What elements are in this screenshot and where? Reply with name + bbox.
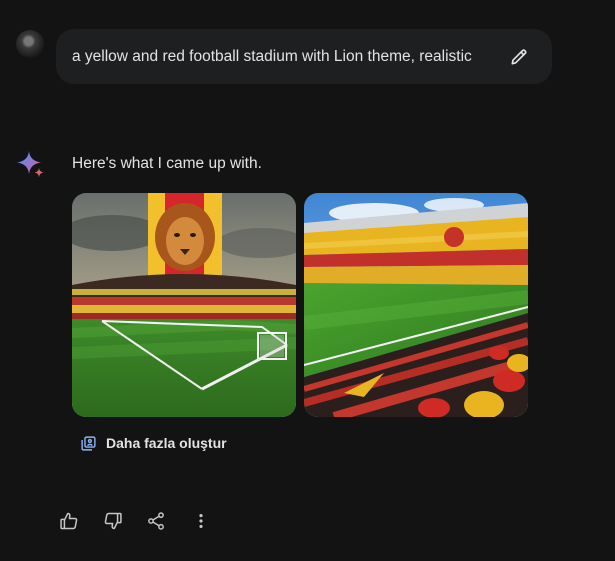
generate-more-button[interactable]: Daha fazla oluştur [72,428,235,458]
image-stack-icon [81,435,96,451]
user-prompt-text: a yellow and red football stadium with L… [72,47,472,65]
more-options-button[interactable] [186,506,216,536]
user-avatar [16,30,44,58]
generated-image-1[interactable] [72,193,296,417]
thumb-down-icon [104,512,122,530]
gemini-spark-icon [16,150,46,180]
thumb-up-icon [60,512,78,530]
edit-prompt-button[interactable] [506,44,532,70]
share-icon [148,512,164,530]
thumbs-up-button[interactable] [54,506,84,536]
generated-image-2[interactable] [304,193,528,417]
user-prompt-bubble: a yellow and red football stadium with L… [56,29,552,84]
share-button[interactable] [141,506,171,536]
thumbs-down-button[interactable] [98,506,128,536]
pencil-icon [511,49,527,65]
generate-more-label: Daha fazla oluştur [106,435,227,451]
more-vert-icon [199,514,203,528]
response-intro-text: Here's what I came up with. [72,155,262,172]
